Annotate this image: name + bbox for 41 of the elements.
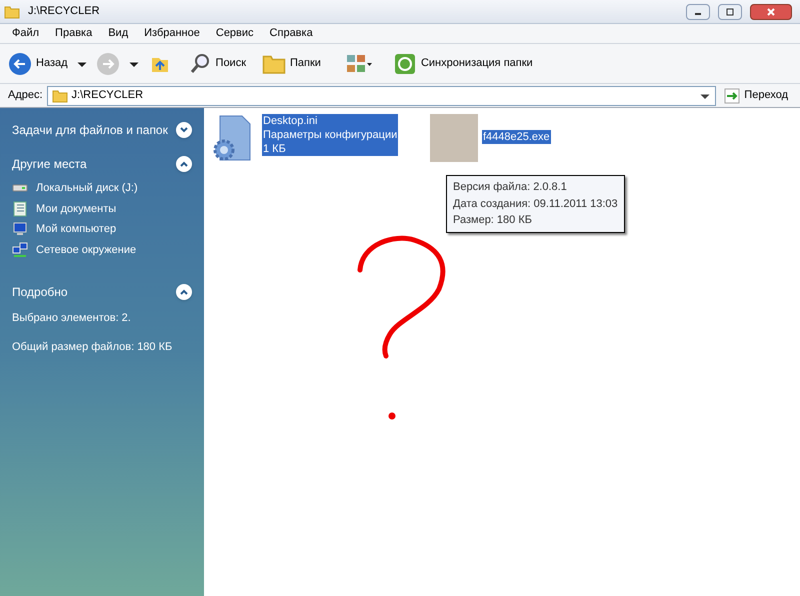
detail-text: Выбрано элементов: 2.: [12, 311, 132, 326]
address-label: Адрес:: [8, 88, 43, 104]
menu-item[interactable]: Сервис: [216, 25, 254, 42]
back-button[interactable]: Назад: [8, 52, 68, 76]
expand-icon[interactable]: [176, 122, 192, 138]
place-link[interactable]: Локальный диск (J:): [36, 180, 138, 196]
maximize-button[interactable]: [718, 4, 742, 20]
address-field[interactable]: J:\RECYCLER: [46, 86, 716, 106]
folders-button[interactable]: Папки: [262, 52, 321, 76]
place-link[interactable]: Сетевое окружение: [36, 242, 136, 258]
menu-item[interactable]: Файл: [12, 25, 40, 42]
menu-item[interactable]: Вид: [108, 25, 128, 42]
folder-icon: [52, 88, 68, 104]
search-button[interactable]: Поиск: [188, 52, 246, 76]
folder-icon: [4, 4, 20, 20]
close-icon: [767, 8, 775, 16]
section-title[interactable]: Задачи для файлов и папок: [12, 121, 168, 139]
tooltip: Версия файла: 2.0.8.1 Дата создания: 09.11.2011 13:03 Размер: 180 КБ: [446, 175, 625, 232]
window-title: J:\RECYCLER: [28, 4, 101, 20]
photo-placeholder: [430, 114, 478, 162]
minimize-button[interactable]: [686, 4, 710, 20]
section-title[interactable]: Подробно: [12, 283, 68, 301]
collapse-icon[interactable]: [176, 156, 192, 172]
place-link[interactable]: Мои документы: [36, 200, 116, 217]
menu-item[interactable]: Правка: [55, 25, 92, 42]
close-button[interactable]: [750, 4, 792, 20]
sync-button[interactable]: Синхронизация папки: [392, 52, 533, 76]
computer-icon: [12, 221, 28, 238]
place-link[interactable]: Мой компьютер: [36, 221, 116, 238]
sync-icon: [392, 52, 417, 76]
menu-item[interactable]: Избранное: [144, 25, 200, 42]
file-label[interactable]: f4448e25.exe: [482, 130, 551, 144]
document-icon: [12, 200, 28, 217]
menu-item[interactable]: Справка: [270, 25, 313, 42]
go-button[interactable]: Переход: [720, 87, 792, 104]
network-icon: [12, 242, 28, 258]
collapse-icon[interactable]: [176, 284, 192, 300]
maximize-icon: [726, 8, 734, 16]
detail-text: Общий размер файлов: 180 КБ: [12, 340, 174, 354]
section-title[interactable]: Другие места: [12, 155, 87, 173]
file-label[interactable]: Desktop.ini Параметры конфигурации 1 КБ: [262, 114, 398, 156]
